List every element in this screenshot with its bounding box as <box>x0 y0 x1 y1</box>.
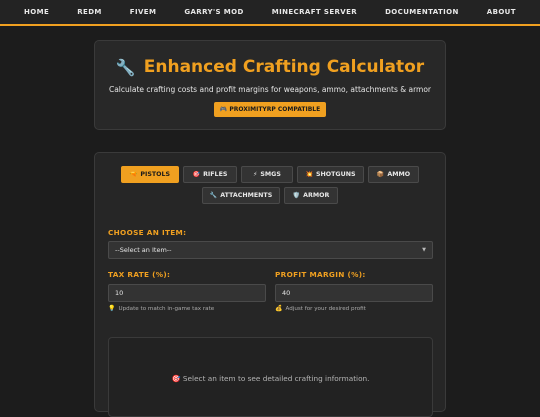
target-icon: 🎯 <box>171 374 181 383</box>
tab-label: PISTOLS <box>140 171 171 178</box>
tab-label: RIFLES <box>203 171 228 178</box>
money-bag-icon: 💰 <box>275 305 283 312</box>
tab-label: AMMO <box>387 171 411 178</box>
shield-icon: 🛡️ <box>292 192 301 199</box>
category-tabs: 🔫 PISTOLS 🎯 RIFLES ⚡ SMGS 💥 SHOTGUNS 📦 A… <box>95 166 445 208</box>
target-icon: 🎯 <box>192 171 201 178</box>
profit-margin-hint: 💰 Adjust for your desired profit <box>275 305 366 312</box>
nav-garrys-mod[interactable]: GARRY'S MOD <box>170 8 257 16</box>
chevron-down-icon: ▼ <box>422 247 426 253</box>
profit-margin-hint-text: Adjust for your desired profit <box>285 305 366 312</box>
page-title: 🔧 Enhanced Crafting Calculator <box>95 57 445 77</box>
tax-rate-value: 10 <box>115 289 124 297</box>
nav-about[interactable]: ABOUT <box>473 8 530 16</box>
item-select-label: CHOOSE AN ITEM: <box>108 228 187 237</box>
nav-home[interactable]: HOME <box>10 8 63 16</box>
tab-label: SMGS <box>260 171 281 178</box>
profit-margin-label: PROFIT MARGIN (%): <box>275 270 366 279</box>
crafting-info-text: Select an item to see detailed crafting … <box>182 374 370 383</box>
page-subtitle: Calculate crafting costs and profit marg… <box>108 85 432 94</box>
wrench-icon: 🔧 <box>209 192 218 199</box>
calculator-panel: 🔫 PISTOLS 🎯 RIFLES ⚡ SMGS 💥 SHOTGUNS 📦 A… <box>94 152 446 417</box>
tab-armor[interactable]: 🛡️ ARMOR <box>284 187 338 204</box>
tab-shotguns[interactable]: 💥 SHOTGUNS <box>297 166 364 183</box>
page-title-text: Enhanced Crafting Calculator <box>143 57 425 77</box>
crafting-info-message: 🎯 Select an item to see detailed craftin… <box>109 374 432 383</box>
tab-rifles[interactable]: 🎯 RIFLES <box>183 166 237 183</box>
tab-attachments[interactable]: 🔧 ATTACHMENTS <box>202 187 280 204</box>
package-icon: 📦 <box>376 171 385 178</box>
gamepad-icon: 🎮 <box>219 106 228 113</box>
item-select-value: --Select an Item-- <box>115 246 172 254</box>
pistol-icon: 🔫 <box>129 171 138 178</box>
profit-margin-input[interactable]: 40 <box>275 284 433 302</box>
tax-rate-hint: 💡 Update to match in-game tax rate <box>108 305 214 312</box>
tab-label: ARMOR <box>303 192 330 199</box>
profit-margin-value: 40 <box>282 289 291 297</box>
tax-rate-label: TAX RATE (%): <box>108 270 171 279</box>
tab-label: SHOTGUNS <box>315 171 356 178</box>
nav-redm[interactable]: REDM <box>63 8 116 16</box>
hero-card: 🔧 Enhanced Crafting Calculator Calculate… <box>94 40 446 130</box>
tab-smgs[interactable]: ⚡ SMGS <box>241 166 293 183</box>
top-navigation: HOME REDM FIVEM GARRY'S MOD MINECRAFT SE… <box>0 0 540 26</box>
tab-pistols[interactable]: 🔫 PISTOLS <box>121 166 179 183</box>
nav-minecraft-server[interactable]: MINECRAFT SERVER <box>258 8 371 16</box>
nav-documentation[interactable]: DOCUMENTATION <box>371 8 473 16</box>
lightning-icon: ⚡ <box>253 171 258 178</box>
tab-label: ATTACHMENTS <box>220 192 273 199</box>
compatibility-badge: 🎮 PROXIMITYRP COMPATIBLE <box>213 102 327 117</box>
wrench-icon: 🔧 <box>115 57 136 77</box>
tax-rate-hint-text: Update to match in-game tax rate <box>118 305 215 312</box>
tab-ammo[interactable]: 📦 AMMO <box>368 166 419 183</box>
crafting-info-box: 🎯 Select an item to see detailed craftin… <box>108 337 433 417</box>
explosion-icon: 💥 <box>305 171 313 178</box>
nav-fivem[interactable]: FIVEM <box>116 8 171 16</box>
badge-text: PROXIMITYRP COMPATIBLE <box>229 106 321 113</box>
lightbulb-icon: 💡 <box>108 305 116 312</box>
item-select[interactable]: --Select an Item-- ▼ <box>108 241 433 259</box>
tax-rate-input[interactable]: 10 <box>108 284 266 302</box>
